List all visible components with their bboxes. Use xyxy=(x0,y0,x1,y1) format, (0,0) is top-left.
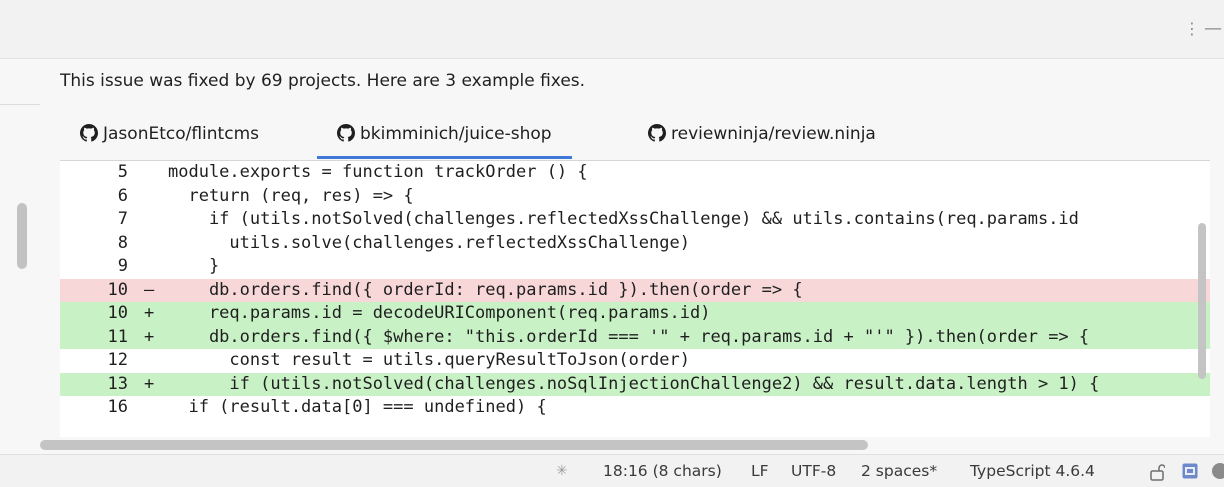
github-icon xyxy=(80,124,98,142)
added-line: 13 + if (utils.notSolved(challenges.noSql… xyxy=(60,372,1210,397)
code-text: return (req, res) => { xyxy=(168,185,414,206)
file-encoding[interactable]: UTF-8 xyxy=(791,455,836,487)
line-number: 8 xyxy=(117,232,128,253)
minimize-icon[interactable]: — xyxy=(1204,17,1224,41)
tab-label: reviewninja/review.ninja xyxy=(671,124,876,144)
line-number: 7 xyxy=(117,209,128,229)
fix-examples-panel: This issue was fixed by 69 projects. Her… xyxy=(0,58,1224,454)
tab-label: JasonEtco/flintcms xyxy=(103,124,259,144)
line-gutter: 10– xyxy=(60,279,160,303)
code-line: 6 return (req, res) => { xyxy=(60,185,1210,209)
more-options-icon[interactable]: ⋮ xyxy=(1184,17,1200,41)
code-line: 9 } xyxy=(60,255,1210,279)
line-gutter: 5 xyxy=(60,161,160,185)
tab-label: bkimminich/juice-shop xyxy=(360,124,552,144)
horizontal-scrollbar[interactable] xyxy=(40,440,868,450)
line-ending[interactable]: LF xyxy=(751,455,769,487)
line-gutter: 12 xyxy=(60,349,160,373)
code-text: utils.solve(challenges.reflectedXssChall… xyxy=(168,232,690,253)
code-text: db.orders.find({ orderId: req.params.id … xyxy=(168,279,803,300)
status-bar: ✳ 18:16 (8 chars) LF UTF-8 2 spaces* Typ… xyxy=(0,454,1224,487)
language-version[interactable]: TypeScript 4.6.4 xyxy=(970,455,1095,487)
line-number: 13 xyxy=(107,373,128,394)
example-fix-tabs: JasonEtco/flintcms bkimminich/juice-shop… xyxy=(60,119,1210,159)
line-number: 16 xyxy=(107,397,128,417)
left-scrollbar-thumb[interactable] xyxy=(17,203,27,269)
code-line: 7 if (utils.notSolved(challenges.reflect… xyxy=(60,208,1210,232)
plugin-icon[interactable] xyxy=(1182,463,1198,479)
indent-setting[interactable]: 2 spaces* xyxy=(861,455,937,487)
added-line: 10 + req.params.id = decodeURIComponent(r… xyxy=(60,302,1210,326)
line-number: 9 xyxy=(117,256,128,276)
code-line: 8 utils.solve(challenges.reflectedXssCha… xyxy=(60,232,1210,256)
left-divider xyxy=(0,104,40,105)
line-number: 10 xyxy=(107,303,128,323)
unlock-icon[interactable] xyxy=(1149,463,1165,481)
line-number: 6 xyxy=(117,185,128,206)
diff-marker: + xyxy=(144,303,155,323)
line-gutter: 6 xyxy=(60,185,160,209)
code-line: 5 module.exports = function trackOrder ()… xyxy=(60,161,1210,185)
code-text: if (utils.notSolved(challenges.reflected… xyxy=(168,209,1079,229)
tab-bkimminich-juice-shop[interactable]: bkimminich/juice-shop xyxy=(317,119,572,159)
code-text: module.exports = function trackOrder () … xyxy=(168,162,588,182)
tab-reviewninja-review-ninja[interactable]: reviewninja/review.ninja xyxy=(648,119,876,159)
loading-spinner-icon: ✳ xyxy=(556,463,568,479)
code-text: db.orders.find({ $where: "this.orderId =… xyxy=(168,326,1090,347)
diff-marker: + xyxy=(144,373,155,394)
line-gutter: 11 + xyxy=(60,326,160,350)
deleted-line: 10– db.orders.find({ orderId: req.params… xyxy=(60,278,1210,303)
code-text: const result = utils.queryResultToJson(o… xyxy=(168,350,690,370)
diff-marker: – xyxy=(144,279,155,300)
diff-marker: + xyxy=(144,326,155,347)
code-text: if (utils.notSolved(challenges.noSqlInje… xyxy=(168,373,1100,394)
line-gutter: 13 + xyxy=(60,373,160,397)
help-icon[interactable] xyxy=(1212,463,1224,479)
top-toolbar: ⋮ — xyxy=(0,0,1224,58)
code-line: 12 const result = utils.queryResultToJso… xyxy=(60,349,1210,373)
code-text: req.params.id = decodeURIComponent(req.p… xyxy=(168,303,711,323)
code-diff-view[interactable]: 5 module.exports = function trackOrder ()… xyxy=(60,160,1210,437)
github-icon xyxy=(648,124,666,142)
line-gutter: 8 xyxy=(60,232,160,256)
added-line: 11 + db.orders.find({ $where: "this.order… xyxy=(60,325,1210,350)
code-text: if (result.data[0] === undefined) { xyxy=(168,397,547,417)
code-vertical-scrollbar[interactable] xyxy=(1198,223,1206,379)
code-line: 16 if (result.data[0] === undefined) { xyxy=(60,396,1210,420)
line-gutter: 9 xyxy=(60,255,160,279)
github-icon xyxy=(337,124,355,142)
line-gutter: 10 + xyxy=(60,302,160,326)
tab-jasonetco-flintcms[interactable]: JasonEtco/flintcms xyxy=(80,119,259,159)
code-text: } xyxy=(168,256,220,276)
line-number: 12 xyxy=(107,350,128,370)
caret-position[interactable]: 18:16 (8 chars) xyxy=(603,455,722,487)
line-gutter: 7 xyxy=(60,208,160,232)
line-gutter: 16 xyxy=(60,396,160,420)
line-number: 5 xyxy=(117,162,128,182)
issue-summary: This issue was fixed by 69 projects. Her… xyxy=(60,71,586,91)
line-number: 11 xyxy=(107,326,128,347)
line-number: 10 xyxy=(107,279,128,300)
